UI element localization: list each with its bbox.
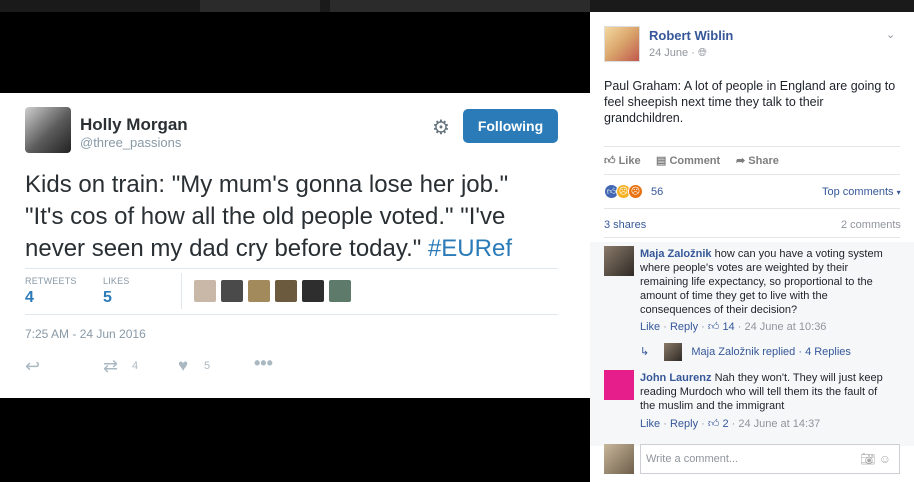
retweets-count: 4 <box>25 289 34 306</box>
comment-like-link[interactable]: Like <box>640 321 660 333</box>
tweet-line: never seen my dad cry before today." <box>25 235 428 262</box>
comment-label: Comment <box>669 155 721 167</box>
retweets-label: RETWEETS <box>25 276 77 286</box>
comment-button[interactable]: ▤ Comment <box>656 154 720 167</box>
commenter-name[interactable]: John Laurenz <box>640 372 712 384</box>
comment-icon: ▤ <box>656 155 667 167</box>
heart-icon: ♥ <box>178 356 189 375</box>
like-button[interactable]: 👍︎ Like <box>604 154 641 167</box>
reply-arrow-icon: ↳ <box>640 345 650 358</box>
thumbs-up-icon: 👍︎ <box>707 418 720 430</box>
divider <box>604 174 900 175</box>
likes-count: 5 <box>103 289 112 306</box>
post-date-text[interactable]: 24 June <box>649 47 688 59</box>
liker-avatar <box>221 280 243 302</box>
thumbs-up-icon: 👍︎ <box>604 155 616 167</box>
shares-link[interactable]: 3 shares <box>604 219 646 231</box>
top-comments-label: Top comments <box>822 186 894 198</box>
divider <box>604 237 900 238</box>
commenter-name[interactable]: Maja Založnik <box>640 248 712 260</box>
replier-avatar <box>664 343 683 361</box>
liker-avatar <box>302 280 324 302</box>
following-button: Following <box>463 109 558 143</box>
angry-reaction-icon: ☹ <box>628 184 643 199</box>
top-bar-segment <box>200 0 320 12</box>
comment-like-link[interactable]: Like <box>640 418 660 430</box>
divider <box>25 268 558 269</box>
replier-text: Maja Založnik replied <box>691 345 796 358</box>
divider <box>604 146 900 147</box>
divider <box>25 314 558 315</box>
tweet-timestamp: 7:25 AM - 24 Jun 2016 <box>25 327 146 341</box>
liker-avatar <box>275 280 297 302</box>
liker-avatars <box>194 280 351 302</box>
comments-count: 2 comments <box>841 219 901 231</box>
tweet-line: Kids on train: "My mum's gonna lose her … <box>25 171 509 198</box>
like-count: 5 <box>204 360 211 372</box>
post-text: Paul Graham: A lot of people in England … <box>604 79 896 125</box>
author-name[interactable]: Robert Wiblin <box>649 28 733 43</box>
comment-likes-count[interactable]: 14 <box>722 321 734 333</box>
replies-count: 4 Replies <box>805 345 851 358</box>
retweet-icon: ⇄ <box>103 356 119 376</box>
commenter-avatar[interactable] <box>604 246 634 276</box>
thumbs-up-icon: 👍︎ <box>707 321 720 333</box>
replies-summary[interactable]: ↳ Maja Založnik replied · 4 Replies <box>640 343 851 361</box>
comment: John Laurenz Nah they won't. They will j… <box>640 371 885 413</box>
comment-input[interactable]: Write a comment... 📷︎ ☺ <box>640 444 900 474</box>
share-button[interactable]: ➦ Share <box>736 154 779 167</box>
retweet-count: 4 <box>132 360 139 372</box>
photo-viewer: Holly Morgan @three_passions ⚙ Following… <box>0 12 590 482</box>
camera-icon[interactable]: 📷︎ <box>860 452 875 466</box>
comment-time[interactable]: 24 June at 10:36 <box>744 321 826 333</box>
chevron-down-icon[interactable]: ⌄ <box>886 28 895 41</box>
comment-meta: Like · Reply · 👍︎ 14 · 24 June at 10:36 <box>640 321 827 333</box>
comment-meta: Like · Reply · 👍︎ 2 · 24 June at 14:37 <box>640 418 821 430</box>
like-label: Like <box>618 155 641 167</box>
liker-avatar <box>194 280 216 302</box>
share-icon: ➦ <box>736 155 746 167</box>
comment-time[interactable]: 24 June at 14:37 <box>738 418 820 430</box>
top-comments-dropdown[interactable]: Top comments ▾ <box>822 186 901 198</box>
divider <box>181 273 182 309</box>
tweet-avatar <box>25 107 71 153</box>
liker-avatar <box>329 280 351 302</box>
emoji-icon[interactable]: ☺ <box>879 452 891 466</box>
reactions-count[interactable]: 56 <box>651 186 663 198</box>
top-bar <box>0 0 914 12</box>
tweet-handle: @three_passions <box>80 135 182 150</box>
top-bar-segment <box>330 0 590 12</box>
share-label: Share <box>748 155 779 167</box>
comment: Maja Založnik how can you have a voting … <box>640 247 885 317</box>
tweet-author-name: Holly Morgan <box>80 115 188 134</box>
reply-icon: ↩ <box>25 356 41 376</box>
post-panel: Robert Wiblin 24 June · 🌐︎ ⌄ Paul Graham… <box>590 12 914 482</box>
comment-reply-link[interactable]: Reply <box>670 418 698 430</box>
tweet-screenshot: Holly Morgan @three_passions ⚙ Following… <box>0 93 590 398</box>
commenter-avatar[interactable] <box>604 370 634 400</box>
author-avatar[interactable] <box>604 26 640 62</box>
current-user-avatar <box>604 444 634 474</box>
tweet-line: "It's cos of how all the old people vote… <box>25 203 506 230</box>
comment-input-placeholder: Write a comment... <box>646 453 739 465</box>
comment-likes-count[interactable]: 2 <box>722 418 728 430</box>
chevron-down-icon: ▾ <box>896 188 901 197</box>
likes-label: LIKES <box>103 276 130 286</box>
liker-avatar <box>248 280 270 302</box>
hashtag-link: #EURef <box>427 235 512 262</box>
post-date: 24 June · 🌐︎ <box>649 47 707 59</box>
tweet-text: Kids on train: "My mum's gonna lose her … <box>25 169 575 265</box>
reactions[interactable]: 👍︎ ☹ ☹ <box>604 184 643 199</box>
more-icon: ••• <box>254 353 273 373</box>
divider <box>604 208 900 209</box>
globe-icon: 🌐︎ <box>697 47 707 59</box>
input-icons: 📷︎ ☺ <box>860 452 891 466</box>
settings-icon: ⚙ <box>432 117 450 139</box>
comment-reply-link[interactable]: Reply <box>670 321 698 333</box>
